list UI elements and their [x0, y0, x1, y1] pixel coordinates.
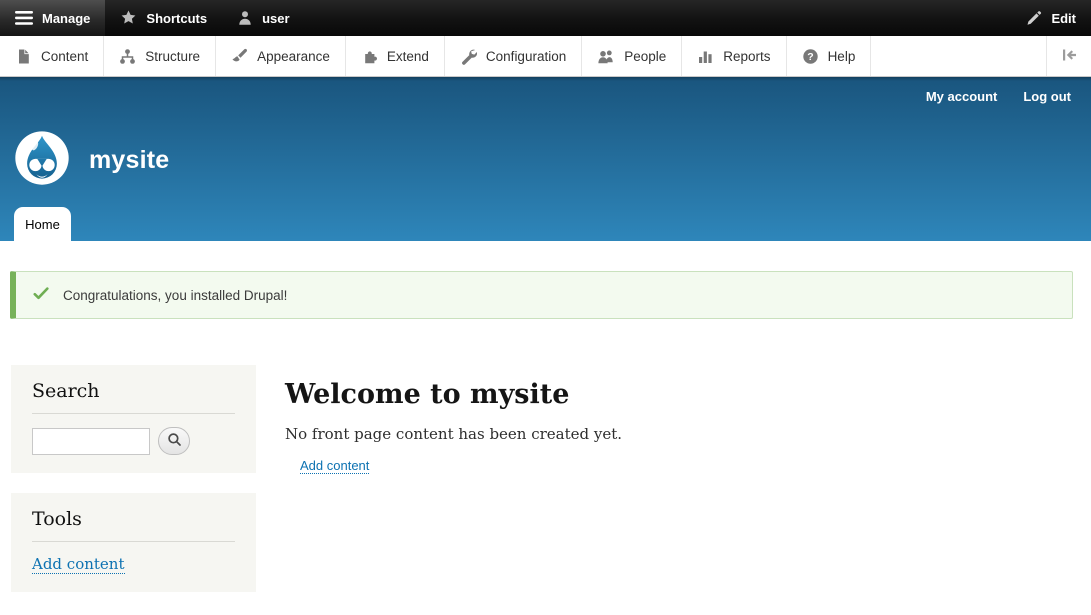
admin-tab-label: Shortcuts	[146, 11, 207, 26]
toolbar-item-label: People	[624, 49, 666, 64]
puzzle-icon	[361, 48, 378, 65]
search-input[interactable]	[32, 428, 150, 455]
collapse-tray-icon	[1061, 47, 1078, 66]
admin-toolbar-tray: Content Structure Appearance Extend Conf…	[0, 36, 1091, 77]
edit-button-label: Edit	[1051, 11, 1076, 26]
drupal-drop-logo[interactable]	[14, 130, 70, 191]
toolbar-item-people[interactable]: People	[582, 36, 682, 76]
paintbrush-icon	[231, 48, 248, 65]
toolbar-item-label: Help	[828, 49, 856, 64]
main-content: Welcome to mysite No front page content …	[285, 379, 1061, 475]
toolbar-item-label: Extend	[387, 49, 429, 64]
site-branding[interactable]: mysite	[14, 130, 169, 191]
wrench-icon	[460, 48, 477, 65]
search-form	[32, 427, 235, 455]
checkmark-icon	[33, 287, 49, 303]
toolbar-item-appearance[interactable]: Appearance	[216, 36, 346, 76]
empty-frontpage-text: No front page content has been created y…	[285, 425, 1061, 443]
search-block-title: Search	[32, 380, 235, 414]
menu-icon	[15, 11, 33, 25]
admin-bar-spacer	[305, 0, 1012, 36]
tools-add-content-link[interactable]: Add content	[32, 555, 125, 574]
admin-tab-label: user	[262, 11, 289, 26]
tab-home[interactable]: Home	[14, 207, 71, 241]
search-button[interactable]	[158, 427, 190, 455]
admin-tab-manage[interactable]: Manage	[0, 0, 105, 36]
search-block: Search	[11, 365, 256, 473]
page-title: Welcome to mysite	[285, 379, 1061, 411]
status-message: Congratulations, you installed Drupal!	[10, 271, 1073, 319]
my-account-link[interactable]: My account	[926, 89, 998, 104]
toolbar-item-label: Reports	[723, 49, 770, 64]
secondary-menu: My account Log out	[926, 89, 1071, 104]
toolbar-item-help[interactable]: ? Help	[787, 36, 872, 76]
toolbar-spacer	[871, 36, 1046, 76]
toolbar-item-label: Structure	[145, 49, 200, 64]
magnifier-icon	[167, 432, 182, 450]
toolbar-collapse-button[interactable]	[1046, 36, 1091, 76]
edit-button[interactable]: Edit	[1011, 0, 1091, 36]
toolbar-item-configuration[interactable]: Configuration	[445, 36, 582, 76]
tools-block-title: Tools	[32, 508, 235, 542]
user-icon	[237, 10, 253, 26]
pencil-icon	[1026, 10, 1042, 26]
toolbar-item-label: Content	[41, 49, 88, 64]
question-icon: ?	[802, 48, 819, 65]
toolbar-item-structure[interactable]: Structure	[104, 36, 216, 76]
svg-text:?: ?	[807, 51, 813, 63]
people-icon	[597, 48, 615, 65]
toolbar-item-extend[interactable]: Extend	[346, 36, 445, 76]
toolbar-item-label: Configuration	[486, 49, 566, 64]
admin-tab-user[interactable]: user	[222, 0, 304, 36]
bar-chart-icon	[697, 48, 714, 65]
sidebar: Search Tools Add content	[11, 365, 256, 612]
log-out-link[interactable]: Log out	[1023, 89, 1071, 104]
toolbar-item-label: Appearance	[257, 49, 330, 64]
toolbar-item-reports[interactable]: Reports	[682, 36, 786, 76]
site-header: My account Log out mysite Home	[0, 77, 1091, 241]
sitemap-icon	[119, 48, 136, 65]
status-message-text: Congratulations, you installed Drupal!	[63, 288, 287, 303]
tools-links: Add content	[32, 555, 235, 574]
tools-block: Tools Add content	[11, 493, 256, 592]
page-content: Congratulations, you installed Drupal! S…	[0, 241, 1091, 615]
star-icon	[120, 10, 137, 26]
admin-tab-label: Manage	[42, 11, 90, 26]
admin-toolbar-bar: Manage Shortcuts user Edit	[0, 0, 1091, 36]
add-content-link[interactable]: Add content	[300, 458, 369, 474]
admin-tab-shortcuts[interactable]: Shortcuts	[105, 0, 222, 36]
toolbar-item-content[interactable]: Content	[0, 36, 104, 76]
site-name[interactable]: mysite	[89, 146, 169, 175]
file-icon	[15, 48, 32, 65]
